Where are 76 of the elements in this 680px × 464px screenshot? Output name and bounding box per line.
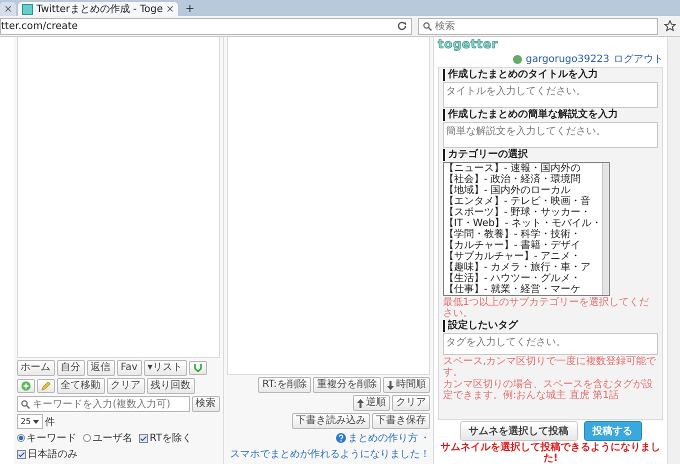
address-field[interactable]: tter.com/create: [0, 18, 412, 34]
thumbnail-post-button[interactable]: サムネを選択して投稿: [460, 421, 578, 441]
browser-tab[interactable]: ×: [0, 2, 16, 16]
avatar-icon: [512, 54, 522, 64]
tab-title: Twitterまとめの作成 - Toge: [36, 2, 163, 16]
hint-text: スペース,カンマ区切りで一度に複数登録可能です。: [442, 356, 658, 378]
category-option[interactable]: 【社会】- 政治・経済・環境問: [444, 174, 602, 185]
checkbox[interactable]: [16, 450, 26, 458]
new-tab-button[interactable]: +: [180, 2, 200, 14]
category-option[interactable]: 【趣味】- カメラ・旅行・車・ア: [444, 262, 602, 273]
draft-button[interactable]: 下書き読み込み: [292, 413, 370, 429]
timeline-button[interactable]: 返信: [86, 360, 115, 376]
up-arrow-icon[interactable]: [356, 398, 364, 408]
logout-link[interactable]: ログアウト: [613, 52, 664, 66]
timeline-button[interactable]: ホーム: [16, 360, 55, 376]
timeline-button[interactable]: Fav: [116, 360, 142, 376]
keyword-search-box[interactable]: キーワードを入力(複数入力可): [16, 396, 190, 412]
notice-text: サムネイルを選択して投稿できるようになりました!: [440, 442, 662, 464]
toolbar-button[interactable]: 重複分を削除: [312, 377, 381, 393]
text-area[interactable]: タグを入力してください。: [442, 333, 658, 355]
search-field[interactable]: 検索: [435, 20, 653, 32]
count-unit: 件: [44, 416, 55, 428]
count-select[interactable]: 25: [16, 414, 43, 429]
search-box[interactable]: 検索: [418, 18, 658, 34]
separator-text: ・: [420, 432, 430, 445]
category-option[interactable]: 【カルチャー】- 書籍・デザイ: [444, 240, 602, 251]
reload-icon[interactable]: [397, 21, 407, 31]
action-button[interactable]: クリア: [106, 378, 145, 394]
timeline-button[interactable]: 自分: [56, 360, 85, 376]
close-icon[interactable]: ×: [166, 4, 174, 14]
keyword-field[interactable]: キーワードを入力(複数入力可): [32, 398, 186, 410]
option-label: ユーザ名: [92, 432, 133, 445]
hint-text: カンマ区切りの場合、スペースを含むタグが設定できます。例:おんな城主 直虎 第1話: [442, 379, 654, 401]
star-icon[interactable]: [664, 20, 676, 32]
url-text: tter.com/create: [1, 20, 78, 32]
toolbar-button[interactable]: 時間順: [382, 377, 430, 393]
help-icon[interactable]: [336, 433, 346, 443]
down-arrow-icon[interactable]: [386, 380, 394, 390]
option-label: 日本語のみ: [28, 448, 78, 461]
browser-tab[interactable]: Twitterまとめの作成 - Toge ×: [18, 2, 178, 16]
category-option[interactable]: 【ニュース】- 速報・国内外の: [444, 163, 602, 174]
category-option[interactable]: 【地域】- 国内外のローカル: [444, 185, 602, 196]
text-area[interactable]: 簡単な解説文を入力してください。: [442, 122, 658, 148]
action-button[interactable]: 残り回数: [146, 378, 195, 394]
close-icon[interactable]: ×: [4, 4, 12, 14]
text-area[interactable]: タイトルを入力してください。: [442, 82, 658, 108]
help-link[interactable]: まとめの作り方: [348, 431, 418, 445]
category-option[interactable]: 【サブカルチャー】- アニメ・: [444, 251, 602, 262]
pencil-icon[interactable]: [40, 381, 51, 391]
radio-button[interactable]: [82, 434, 91, 442]
search-icon[interactable]: [20, 400, 30, 408]
error-message: 最低1つ以上のサブカテゴリーを選択してください。: [442, 297, 650, 319]
checkbox[interactable]: [138, 434, 148, 442]
draft-button[interactable]: 下書き保存: [372, 413, 430, 429]
favicon-icon: [22, 4, 34, 14]
branch-icon[interactable]: [192, 363, 203, 373]
toolbar-button[interactable]: クリア: [392, 395, 430, 411]
category-option[interactable]: 【エンタメ】- テレビ・映画・音: [444, 196, 602, 207]
category-option[interactable]: 【IT・Web】- ネット・モバイル・: [444, 218, 602, 229]
category-list[interactable]: 【ニュース】- 速報・国内外の 【社会】- 政治・経済・環境問 【地域】- 国内外のローカル 【エンタメ】- テレビ・映画・音 【スポーツ】- 野球・サッカー・ 【IT・Web】- ネット・モバイル・ 【学問・教養】- 科学・技術・ 【カルチャー】- 書籍・デザイ 【サブカルチャー】- アニメ・ 【趣味】- カメラ・旅行・車・ア 【生活】- ハウツー・グルメ・ 【仕事】- 就業・経営・マーケ: [442, 162, 610, 296]
category-option[interactable]: 【生活】- ハウツー・グルメ・: [444, 273, 602, 284]
category-option[interactable]: 【学問・教養】- 科学・技術・: [444, 229, 602, 240]
search-button[interactable]: 検索: [192, 396, 220, 412]
timeline-button[interactable]: ▾リスト: [144, 360, 187, 376]
option-label: キーワード: [26, 432, 77, 445]
search-icon[interactable]: [423, 22, 432, 30]
category-option[interactable]: 【仕事】- 就業・経営・マーケ: [444, 284, 602, 295]
username-link[interactable]: gargorugo39223: [526, 54, 610, 64]
help-link[interactable]: スマホでまとめが作れるようになりました！: [230, 447, 430, 461]
option-label: RTを除く: [150, 432, 192, 445]
category-option[interactable]: 【スポーツ】- 野球・サッカー・: [444, 207, 602, 218]
toolbar-button[interactable]: RT:を削除: [258, 377, 311, 393]
toolbar-button[interactable]: 逆順: [352, 395, 390, 411]
togetter-logo: togetter: [438, 37, 500, 51]
action-button[interactable]: 全て移動: [56, 378, 105, 394]
radio-button[interactable]: [16, 434, 25, 442]
